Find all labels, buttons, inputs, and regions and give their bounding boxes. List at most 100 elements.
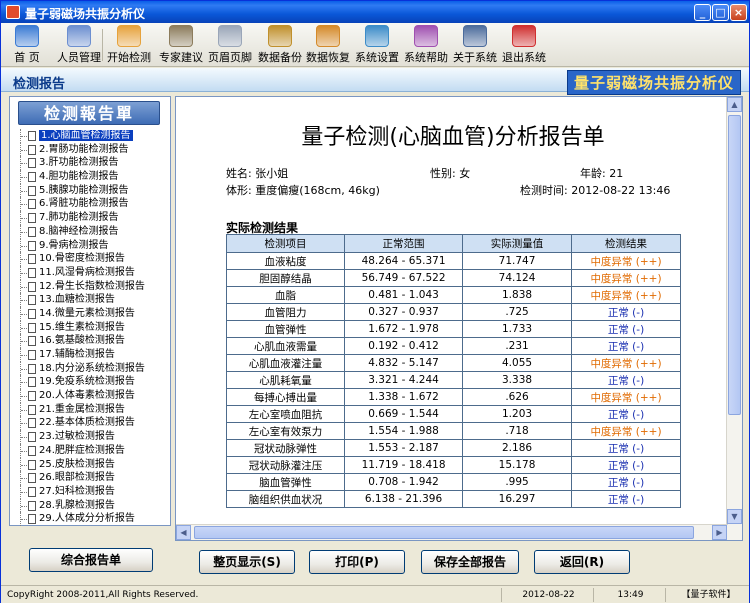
- toolbar-item-expert[interactable]: 专家建议: [157, 25, 205, 65]
- print-button[interactable]: 打印(P): [309, 550, 405, 574]
- table-row: 血管阻力 0.327 - 0.937.725 正常 (-): [225, 303, 681, 321]
- report-list-item[interactable]: 20.人体毒素检测报告: [14, 389, 168, 403]
- report-list-item[interactable]: 25.皮肤检测报告: [14, 457, 168, 472]
- maximize-button[interactable]: □: [712, 4, 729, 21]
- measured-value-cell: 1.733: [462, 320, 573, 338]
- report-tree: 1.心脑血管检测报告 2.胃肠功能检测报告 3.肝功能检测报告 4.胆功能检测报告 5.…: [14, 129, 168, 526]
- report-list-label: 10.骨密度检测报告: [39, 253, 125, 265]
- normal-range-cell: 0.669 - 1.544: [344, 405, 464, 423]
- item-name-cell: 冠状动脉灌注压: [225, 456, 346, 474]
- report-list-item[interactable]: 16.氨基酸检测报告: [14, 334, 168, 348]
- home-icon: [15, 25, 39, 47]
- toolbar-item-label: 系统设置: [355, 51, 399, 64]
- toolbar-item-home[interactable]: 首 页: [7, 25, 47, 65]
- report-list-item[interactable]: 27.妇科检测报告: [14, 484, 168, 499]
- report-list-item[interactable]: 12.骨生长指数检测报告: [14, 279, 168, 294]
- report-list-label: 29.人体成分分析报告: [39, 513, 135, 525]
- toolbar-item-help[interactable]: 系统帮助: [402, 25, 450, 65]
- close-button[interactable]: ×: [730, 4, 747, 21]
- document-icon: [28, 459, 36, 470]
- scroll-right-icon[interactable]: ▶: [712, 525, 727, 540]
- report-list-item[interactable]: 10.骨密度检测报告: [14, 252, 168, 266]
- report-list-item[interactable]: 2.胃肠功能检测报告: [14, 142, 168, 157]
- report-list-item[interactable]: 22.基本体质检测报告: [14, 416, 168, 430]
- report-list-item[interactable]: 11.风湿骨病检测报告: [14, 265, 168, 280]
- table-header-row: 检测项目 正常范围 实际测量值 检测结果: [225, 234, 681, 253]
- horizontal-scrollbar[interactable]: ◀ ▶: [176, 524, 728, 540]
- item-name-cell: 左心室喷血阻抗: [225, 405, 346, 423]
- scroll-up-icon[interactable]: ▲: [727, 97, 742, 112]
- normal-range-cell: 0.708 - 1.942: [344, 473, 464, 491]
- report-list-label: 2.胃肠功能检测报告: [39, 143, 129, 155]
- scroll-left-icon[interactable]: ◀: [176, 525, 191, 540]
- report-list-label: 11.风湿骨病检测报告: [39, 266, 135, 278]
- report-list-item[interactable]: 28.乳腺检测报告: [14, 498, 168, 513]
- report-list-item[interactable]: 19.免疫系统检测报告: [14, 375, 168, 389]
- toolbar-item-users[interactable]: 人员管理: [55, 25, 103, 65]
- back-button[interactable]: 返回(R): [534, 550, 630, 574]
- results-table: 检测项目 正常范围 实际测量值 检测结果 血液粘度 48.264 - 65.371 71.…: [225, 234, 681, 508]
- report-list-item[interactable]: 9.骨病检测报告: [14, 238, 168, 253]
- toolbar-item-about[interactable]: 关于系统: [451, 25, 499, 65]
- toolbar-item-page[interactable]: 页眉页脚: [206, 25, 254, 65]
- normal-range-cell: 0.481 - 1.043: [344, 286, 464, 304]
- report-list-item[interactable]: 4.胆功能检测报告: [14, 170, 168, 184]
- item-name-cell: 冠状动脉弹性: [225, 439, 346, 457]
- report-list-label: 17.辅酶检测报告: [39, 349, 115, 360]
- report-list-item[interactable]: 1.心脑血管检测报告: [14, 129, 168, 143]
- toolbar-item-label: 数据恢复: [306, 51, 350, 64]
- report-list-label: 15.维生素检测报告: [39, 321, 125, 333]
- summary-report-button[interactable]: 综合报告单: [29, 548, 153, 572]
- title-bar[interactable]: 量子弱磁场共振分析仪 _ □ ×: [1, 1, 749, 23]
- toolbar-item-label: 数据备份: [258, 51, 302, 64]
- normal-range-cell: 1.338 - 1.672: [344, 388, 464, 406]
- report-list-item[interactable]: 6.肾脏功能检测报告: [14, 197, 168, 211]
- horizontal-scroll-thumb[interactable]: [194, 526, 694, 539]
- report-list-item[interactable]: 5.胰腺功能检测报告: [14, 183, 168, 198]
- save-all-button[interactable]: 保存全部报告: [421, 550, 519, 574]
- report-list-item[interactable]: 15.维生素检测报告: [14, 320, 168, 335]
- toolbar-item-backup[interactable]: 数据备份: [256, 25, 304, 65]
- measured-value-cell: 74.124: [462, 269, 573, 287]
- report-list-label: 3.肝功能检测报告: [39, 157, 119, 169]
- report-list-item[interactable]: 17.辅酶检测报告: [14, 348, 168, 362]
- vertical-scroll-thumb[interactable]: [728, 115, 741, 415]
- report-title: 量子检测(心脑血管)分析报告单: [301, 125, 605, 150]
- report-list-item[interactable]: 3.肝功能检测报告: [14, 156, 168, 170]
- scroll-down-icon[interactable]: ▼: [727, 509, 742, 524]
- report-list-item[interactable]: 18.内分泌系统检测报告: [14, 361, 168, 376]
- vertical-scrollbar[interactable]: ▲ ▼: [726, 97, 742, 540]
- report-list-item[interactable]: 26.眼部检测报告: [14, 471, 168, 485]
- report-list-label: 19.免疫系统检测报告: [39, 376, 135, 388]
- report-list-item[interactable]: 29.人体成分分析报告: [14, 512, 168, 526]
- result-cell: 正常 (-): [571, 320, 681, 338]
- section-heading: 检测报告: [13, 77, 66, 92]
- patient-gender: 性别: 女: [430, 167, 471, 180]
- toolbar-item-label: 首 页: [14, 51, 40, 64]
- toolbar-item-exit[interactable]: 退出系统: [500, 25, 548, 65]
- report-list-label: 20.人体毒素检测报告: [39, 390, 135, 402]
- table-row: 左心室有效泵力 1.554 - 1.988.718 中度异常 (++): [225, 422, 681, 440]
- report-list-item[interactable]: 13.血糖检测报告: [14, 293, 168, 307]
- report-list-item[interactable]: 23.过敏检测报告: [14, 430, 168, 444]
- patient-age: 年龄: 21: [580, 167, 624, 180]
- toolbar-item-settings[interactable]: 系统设置: [353, 25, 401, 65]
- item-name-cell: 心肌血液灌注量: [225, 354, 346, 372]
- measured-value-cell: .718: [462, 422, 573, 440]
- measured-value-cell: 2.186: [462, 439, 573, 457]
- toolbar-item-restore[interactable]: 数据恢复: [304, 25, 352, 65]
- toolbar-item-hand[interactable]: 开始检测: [105, 25, 153, 65]
- report-list-label: 22.基本体质检测报告: [39, 417, 135, 429]
- report-list-item[interactable]: 21.重金属检测报告: [14, 402, 168, 417]
- report-list-label: 18.内分泌系统检测报告: [39, 362, 145, 374]
- table-row: 冠状动脉灌注压 11.719 - 18.418 15.178 正常 (-): [225, 456, 681, 474]
- report-list-item[interactable]: 7.肺功能检测报告: [14, 211, 168, 225]
- document-icon: [28, 267, 36, 278]
- copyright-text: CopyRight 2008-2011,All Rights Reserved.: [7, 590, 199, 600]
- report-list-item[interactable]: 14.微量元素检测报告: [14, 306, 168, 321]
- toolbar-item-label: 退出系统: [502, 51, 546, 64]
- report-list-item[interactable]: 8.脑神经检测报告: [14, 224, 168, 239]
- full-page-button[interactable]: 整页显示(S): [199, 550, 295, 574]
- minimize-button[interactable]: _: [694, 4, 711, 21]
- report-list-item[interactable]: 24.肥胖症检测报告: [14, 443, 168, 458]
